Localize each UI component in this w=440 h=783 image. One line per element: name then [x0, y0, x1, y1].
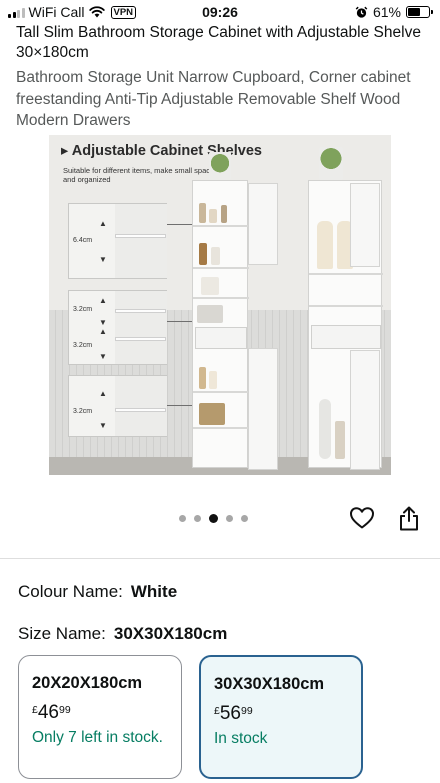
cabinet-door-right-upper	[350, 183, 380, 267]
carousel-dot[interactable]	[179, 515, 186, 522]
size-option-stock: In stock	[214, 730, 268, 747]
cabinet-door-right-lower	[350, 350, 380, 470]
colour-label: Colour Name:	[18, 582, 123, 601]
plant-decoration-right	[319, 147, 343, 180]
carousel-dot[interactable]	[226, 515, 233, 522]
shelf-detail-double: ▲ 3.2cm ▼ ▲ 3.2cm ▼	[68, 290, 167, 365]
cabinet-door-upper	[248, 183, 278, 265]
dimension-label: 3.2cm	[73, 342, 93, 349]
size-row: Size Name: 30X30X180cm	[18, 624, 227, 644]
size-option-name: 20X20X180cm	[32, 674, 143, 692]
cabinet-open	[192, 180, 249, 468]
battery-percent: 61%	[372, 4, 401, 20]
size-option-name: 30X30X180cm	[214, 675, 325, 693]
status-bar: WiFi Call VPN 09:26 61%	[0, 0, 440, 24]
image-heading: ▸ Adjustable Cabinet Shelves	[61, 143, 262, 159]
carousel-dot[interactable]	[194, 515, 201, 522]
dimension-label: 6.4cm	[73, 237, 93, 244]
arrow-up-icon: ▲	[99, 219, 107, 228]
size-option-20x20x180[interactable]: 20X20X180cm £46 99 Only 7 left in stock.	[18, 655, 182, 779]
colour-value: White	[130, 582, 178, 601]
shelf-detail-large: ▲ 6.4cm ▼	[68, 203, 167, 279]
shelf-detail-small: ▲ 3.2cm ▼	[68, 375, 167, 437]
plant-decoration	[209, 152, 231, 180]
size-option-price: £46 99	[32, 702, 71, 723]
dimension-label: 3.2cm	[73, 408, 93, 415]
status-right: 61%	[355, 4, 433, 20]
size-value: 30X30X180cm	[113, 624, 228, 643]
carousel-dots[interactable]	[179, 514, 248, 523]
carousel-dot-active[interactable]	[209, 514, 218, 523]
heart-icon[interactable]	[349, 506, 375, 530]
share-icon[interactable]	[398, 506, 420, 531]
battery-fill	[408, 8, 421, 16]
alarm-icon	[355, 6, 368, 18]
cabinet-door-lower	[248, 348, 278, 470]
battery-icon	[406, 6, 433, 18]
dimension-label: 3.2cm	[73, 306, 93, 313]
size-option-30x30x180[interactable]: 30X30X180cm £56 99 In stock	[199, 655, 363, 779]
product-title[interactable]: Tall Slim Bathroom Storage Cabinet with …	[16, 23, 428, 63]
carousel-dot[interactable]	[241, 515, 248, 522]
section-divider	[0, 558, 440, 559]
colour-row: Colour Name: White	[18, 582, 177, 602]
arrow-down-icon: ▼	[99, 255, 107, 264]
product-image[interactable]: ▸ Adjustable Cabinet Shelves Suitable fo…	[49, 135, 391, 475]
size-option-price: £56 99	[214, 703, 253, 724]
product-subtitle: Bathroom Storage Unit Narrow Cupboard, C…	[16, 69, 411, 129]
size-option-stock: Only 7 left in stock.	[32, 729, 163, 746]
size-label: Size Name:	[18, 624, 106, 643]
